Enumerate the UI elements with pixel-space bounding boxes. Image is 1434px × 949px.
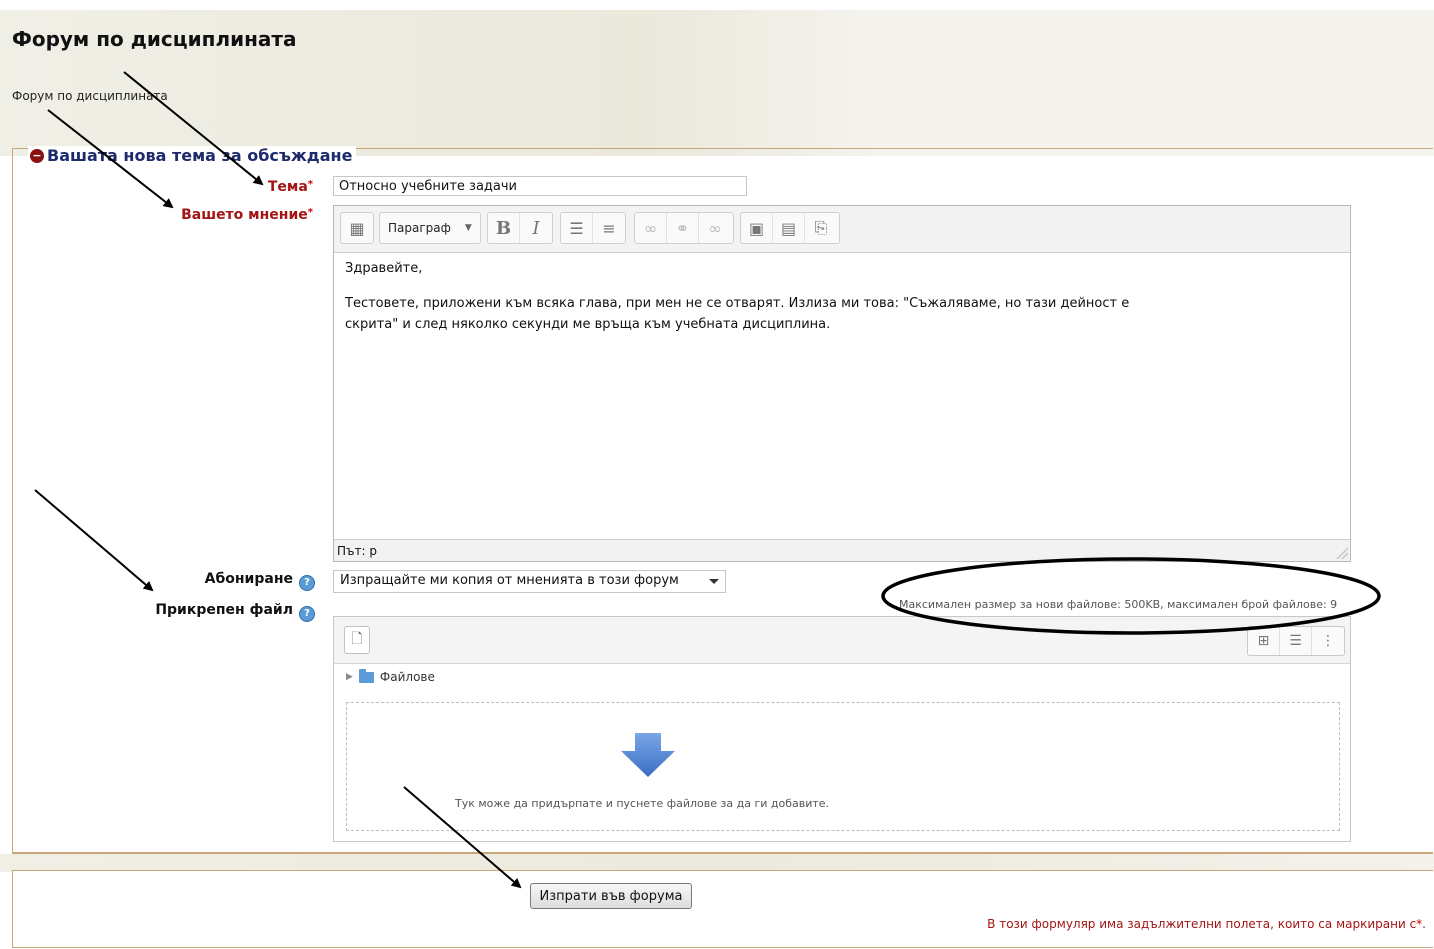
file-manager-toolbar: 🗋 ⊞ ☰ ⋮ <box>334 617 1350 664</box>
subscription-label-text: Абониране <box>204 571 293 587</box>
numbered-list-icon[interactable]: ≡ <box>593 213 625 243</box>
message-editor[interactable]: ▦ Параграф ▼ B I ☰ ≡ ∞ ⚭ ∞ ▣ ▤ ⎘ Здравейт… <box>333 205 1351 562</box>
chevron-down-icon <box>709 579 719 584</box>
bold-icon[interactable]: B <box>488 213 520 243</box>
attachment-limits: Максимален размер за нови файлове: 500KB… <box>899 598 1338 611</box>
message-label: Вашето мнение* <box>150 207 313 223</box>
subject-label-text: Тема <box>267 179 308 195</box>
collapse-icon[interactable]: − <box>30 148 44 163</box>
subscription-select-value: Изпращайте ми копия от мненията в този ф… <box>340 573 679 588</box>
content-line: Тестовете, приложени към всяка глава, пр… <box>345 296 1130 311</box>
help-icon[interactable]: ? <box>299 606 315 622</box>
drop-zone-text: Тук може да придърпате и пуснете файлове… <box>455 797 830 810</box>
format-select-value: Параграф <box>388 221 451 235</box>
tree-view-icon[interactable]: ⋮ <box>1312 627 1344 655</box>
link-icon[interactable]: ∞ <box>635 213 667 243</box>
attachment-label-text: Прикрепен файл <box>155 602 293 618</box>
image-icon[interactable]: ▣ <box>741 213 773 243</box>
page-description: Форум по дисциплината <box>12 89 168 103</box>
folder-name: Файлове <box>379 670 435 684</box>
add-file-icon[interactable]: 🗋 <box>344 626 370 654</box>
resize-grip-icon[interactable] <box>1336 547 1348 559</box>
subscription-label: Абониране? <box>150 571 315 591</box>
page-title: Форум по дисциплината <box>12 27 297 51</box>
subject-label: Тема* <box>200 179 313 195</box>
drop-zone[interactable]: Тук може да придърпате и пуснете файлове… <box>346 702 1340 831</box>
editor-path: Път: p <box>334 539 1350 561</box>
editor-toolbar: ▦ Параграф ▼ B I ☰ ≡ ∞ ⚭ ∞ ▣ ▤ ⎘ <box>334 206 1350 253</box>
paste-icon[interactable]: ⎘ <box>805 213 837 243</box>
grid-view-icon[interactable]: ⊞ <box>1248 627 1280 655</box>
required-note-end: . <box>1422 917 1426 931</box>
subscription-select[interactable]: Изпращайте ми копия от мненията в този ф… <box>333 570 726 593</box>
view-switcher: ⊞ ☰ ⋮ <box>1247 626 1345 656</box>
file-manager: 🗋 ⊞ ☰ ⋮ ▶ Файлове Тук може да придърпате… <box>333 616 1351 842</box>
download-arrow-icon <box>621 733 675 777</box>
content-line: Здравейте, <box>345 261 423 276</box>
unlink-icon[interactable]: ⚭ <box>667 213 699 243</box>
attachment-label: Прикрепен файл? <box>140 602 315 622</box>
file-path[interactable]: ▶ Файлове <box>346 668 435 684</box>
toolbar-toggle-icon[interactable]: ▦ <box>341 213 373 243</box>
toolbar-group-toggle: ▦ <box>340 212 374 244</box>
required-star: * <box>307 207 313 218</box>
fieldset-legend[interactable]: − Вашата нова тема за обсъждане <box>28 146 357 165</box>
content-line: скрита" и след няколко секунди ме връща … <box>345 317 831 332</box>
folder-icon <box>358 668 374 683</box>
bullet-list-icon[interactable]: ☰ <box>561 213 593 243</box>
toolbar-group-style: B I <box>487 212 553 244</box>
editor-content[interactable]: Здравейте, Тестовете, приложени към всяк… <box>345 258 1335 335</box>
format-select[interactable]: Параграф ▼ <box>379 212 481 244</box>
message-label-text: Вашето мнение <box>181 207 308 223</box>
expand-icon[interactable]: ▶ <box>346 672 353 682</box>
required-note-text: В този формуляр има задължителни полета,… <box>987 917 1417 931</box>
submit-button[interactable]: Изпрати във форума <box>530 883 692 909</box>
list-view-icon[interactable]: ☰ <box>1280 627 1312 655</box>
chevron-down-icon: ▼ <box>464 223 472 233</box>
legend-text: Вашата нова тема за обсъждане <box>47 146 353 165</box>
form-footer <box>12 870 1433 948</box>
toolbar-group-lists: ☰ ≡ <box>560 212 626 244</box>
toolbar-group-links: ∞ ⚭ ∞ <box>634 212 734 244</box>
italic-icon[interactable]: I <box>520 213 552 243</box>
anchor-icon[interactable]: ∞ <box>699 213 731 243</box>
toolbar-group-insert: ▣ ▤ ⎘ <box>740 212 840 244</box>
required-star: * <box>307 179 313 190</box>
required-fields-note: В този формуляр има задължителни полета,… <box>987 917 1426 931</box>
help-icon[interactable]: ? <box>299 575 315 591</box>
subject-input[interactable]: Относно учебните задачи <box>333 176 747 196</box>
media-icon[interactable]: ▤ <box>773 213 805 243</box>
